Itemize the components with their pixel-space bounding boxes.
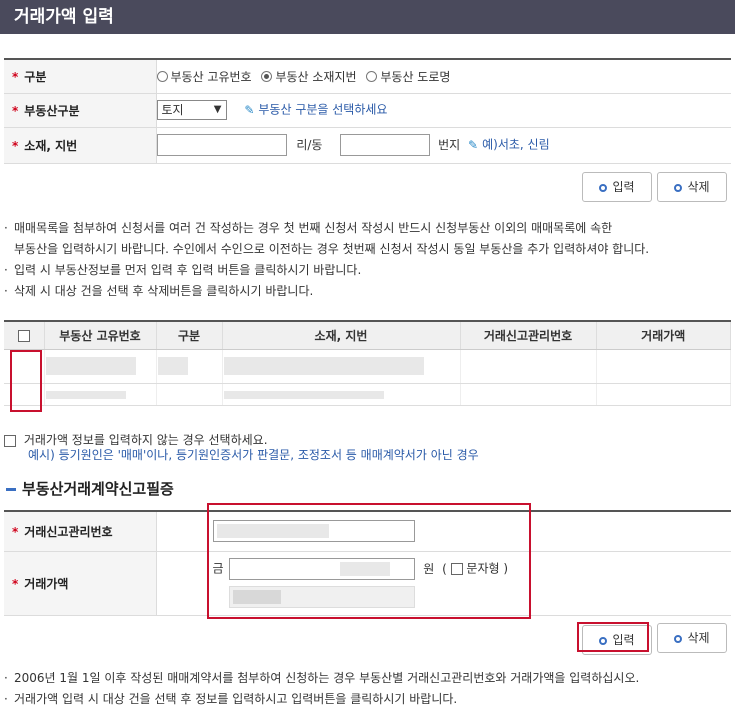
redacted-value [45, 357, 136, 375]
redacted-value [45, 390, 126, 399]
table-row[interactable] [4, 349, 731, 384]
delete-button[interactable]: 삭제 [657, 172, 727, 202]
category-label: * 구분 [4, 58, 157, 94]
property-type-hint: 부동산 구분을 선택하세요 [258, 102, 388, 117]
redacted-value [223, 390, 384, 399]
chevron-down-icon: ▼ [213, 104, 222, 115]
page-title: 거래가액 입력 [0, 0, 735, 34]
ri-dong-input[interactable] [156, 134, 287, 156]
property-table: 부동산 고유번호 구분 소재, 지번 거래신고관리번호 거래가액 [4, 320, 731, 406]
table-row[interactable] [4, 383, 731, 406]
property-form: * 구분 부동산 고유번호 부동산 소재지번 부동산 도로명 * 부동산구분 토지 ▼… [4, 58, 731, 164]
no-price-checkbox[interactable] [4, 434, 16, 447]
ri-dong-label: 리/동 [296, 137, 323, 152]
highlight-box [207, 503, 531, 619]
pencil-icon: ✎ [468, 137, 479, 152]
notes-bottom: · 2006년 1월 1일 이후 작성된 매매계약서를 첨부하여 신청하는 경우 … [4, 671, 640, 706]
input-button[interactable]: 입력 [582, 172, 652, 202]
col-price: 거래가액 [596, 320, 731, 350]
section-title: 부동산거래계약신고필증 [6, 478, 174, 499]
highlight-box [10, 350, 42, 412]
report-no-label: * 거래신고관리번호 [4, 510, 157, 552]
radio-road-address[interactable]: 부동산 도로명 [366, 70, 450, 84]
section-delete-button[interactable]: 삭제 [657, 623, 727, 653]
category-options: 부동산 고유번호 부동산 소재지번 부동산 도로명 [156, 58, 731, 94]
select-all-checkbox[interactable] [17, 329, 30, 342]
notes-top: · 매매목록을 첨부하여 신청서를 여러 건 작성하는 경우 첫 번째 신청서 작… [4, 221, 650, 298]
address-example: 예)서초, 신림 [482, 137, 550, 152]
address-label: * 소재, 지번 [4, 127, 157, 164]
pencil-icon: ✎ [244, 102, 255, 117]
redacted-value [157, 357, 188, 375]
redacted-value [223, 357, 424, 375]
radio-unique-number[interactable]: 부동산 고유번호 [156, 70, 252, 84]
highlight-box [577, 622, 649, 652]
circle-icon [674, 635, 683, 643]
beonji-input[interactable] [340, 134, 431, 156]
property-type-select[interactable]: 토지 ▼ [156, 100, 227, 120]
price-label: * 거래가액 [4, 551, 157, 616]
circle-icon [599, 184, 608, 192]
col-unique-number: 부동산 고유번호 [44, 320, 157, 350]
col-address: 소재, 지번 [222, 320, 461, 350]
circle-icon [674, 184, 683, 192]
col-report-no: 거래신고관리번호 [460, 320, 597, 350]
no-price-example: 예시) 등기원인은 '매매'이나, 등기원인증서가 판결문, 조정조서 등 매매… [28, 448, 479, 462]
beonji-label: 번지 [438, 137, 461, 152]
property-type-label: * 부동산구분 [4, 93, 157, 128]
radio-lot-address[interactable]: 부동산 소재지번 [261, 70, 357, 84]
col-category: 구분 [156, 320, 223, 350]
